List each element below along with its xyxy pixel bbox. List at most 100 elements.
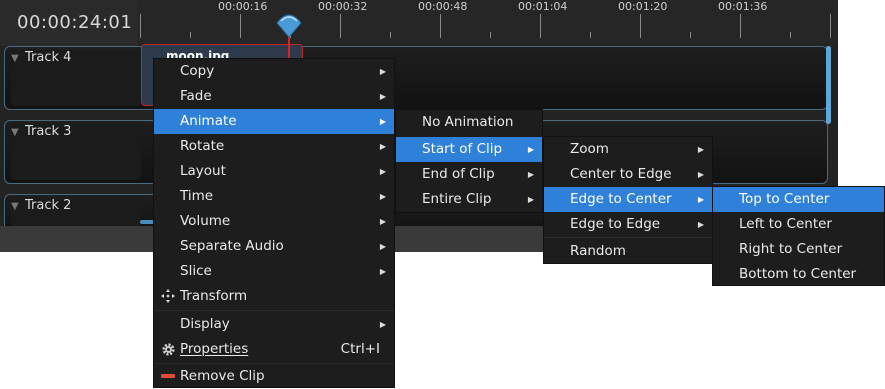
ruler-tick [830,14,831,38]
menu-label: Separate Audio [180,238,284,254]
menu-separator [544,237,712,238]
menu-label: Right to Center [739,241,843,257]
track-4[interactable]: ▼ Track 4 [4,46,828,110]
menu-item-fade[interactable]: Fade ▶ [154,84,394,109]
submenu-arrow-icon: ▶ [697,220,704,229]
ruler-tick [190,32,191,38]
menu-item-transform[interactable]: Transform [154,284,394,309]
track-name: Track 3 [25,124,72,139]
menu-item-zoom[interactable]: Zoom ▶ [544,137,712,162]
menu-item-properties[interactable]: Properties Ctrl+I [154,337,394,362]
submenu-arrow-icon: ▶ [527,195,534,204]
menu-label: Random [570,243,626,259]
menu-item-random[interactable]: Random [544,239,712,264]
menu-item-no-animation[interactable]: No Animation [396,110,542,135]
menu-item-copy[interactable]: Copy ▶ [154,59,394,84]
menu-label: Remove Clip [180,368,265,384]
menu-item-top-to-center[interactable]: Top to Center [713,187,884,212]
menu-label: Rotate [180,138,225,154]
menu-label: End of Clip [422,166,495,182]
menu-item-center-to-edge[interactable]: Center to Edge ▶ [544,162,712,187]
submenu-arrow-icon: ▶ [379,242,386,251]
menu-label: Top to Center [739,191,830,207]
ruler-tick [590,32,591,38]
track-header: ▼ Track 4 [11,50,141,106]
menu-label: Volume [180,213,231,229]
edge-to-center-submenu: Top to Center Left to Center Right to Ce… [712,186,885,286]
menu-label: No Animation [422,114,514,130]
ruler-tick [440,14,441,38]
menu-label: Zoom [570,141,609,157]
menu-label: Entire Clip [422,191,492,207]
menu-separator [154,310,394,311]
menu-item-display[interactable]: Display ▶ [154,312,394,337]
menu-label: Center to Edge [570,166,672,182]
menu-label: Time [180,188,214,204]
remove-icon [160,364,176,389]
menu-label: Fade [180,88,212,104]
menu-label: Copy [180,63,215,79]
submenu-arrow-icon: ▶ [379,192,386,201]
ruler-tick [390,32,391,38]
menu-label: Start of Clip [422,141,503,157]
start-of-clip-submenu: Zoom ▶ Center to Edge ▶ Edge to Center ▶ Ed… [543,136,713,264]
menu-item-start-of-clip[interactable]: Start of Clip ▶ [396,137,542,162]
animate-submenu: No Animation Start of Clip ▶ End of Clip ▶… [395,109,543,213]
track-name: Track 2 [25,198,72,213]
ruler-tick [340,14,341,38]
ruler-tick [240,14,241,38]
menu-label: Animate [180,113,237,129]
menu-item-edge-to-center[interactable]: Edge to Center ▶ [544,187,712,212]
submenu-arrow-icon: ▶ [379,117,386,126]
menu-item-time[interactable]: Time ▶ [154,184,394,209]
time-ruler[interactable]: 00:00:16 00:00:32 00:00:48 00:01:04 00:0… [138,0,838,44]
gear-icon [160,337,176,362]
menu-item-rotate[interactable]: Rotate ▶ [154,134,394,159]
submenu-arrow-icon: ▶ [379,320,386,329]
menu-item-right-to-center[interactable]: Right to Center [713,237,884,262]
ruler-label: 00:01:36 [718,0,768,13]
menu-label: Transform [180,288,248,304]
submenu-arrow-icon: ▶ [379,217,386,226]
shortcut-label: Ctrl+I [340,341,380,357]
ruler-tick [140,14,141,38]
menu-item-end-of-clip[interactable]: End of Clip ▶ [396,162,542,187]
ruler-tick [640,14,641,38]
menu-item-left-to-center[interactable]: Left to Center [713,212,884,237]
menu-label: Edge to Center [570,191,672,207]
horizontal-scroll-thumb[interactable] [140,220,154,224]
ruler-tick [740,14,741,38]
move-icon [160,284,176,309]
menu-item-animate[interactable]: Animate ▶ [154,109,394,134]
menu-item-volume[interactable]: Volume ▶ [154,209,394,234]
track-header: ▼ Track 3 [11,124,141,180]
submenu-arrow-icon: ▶ [379,67,386,76]
vertical-scrollbar[interactable] [826,46,831,124]
clip-context-menu: Copy ▶ Fade ▶ Animate ▶ Rotate ▶ Layout ▶ Tim… [153,58,395,388]
ruler-tick [540,14,541,38]
track-name: Track 4 [25,50,72,65]
submenu-arrow-icon: ▶ [697,170,704,179]
submenu-arrow-icon: ▶ [379,167,386,176]
menu-item-layout[interactable]: Layout ▶ [154,159,394,184]
menu-label: Layout [180,163,226,179]
submenu-arrow-icon: ▶ [697,145,704,154]
menu-item-entire-clip[interactable]: Entire Clip ▶ [396,187,542,212]
submenu-arrow-icon: ▶ [379,92,386,101]
menu-label: Edge to Edge [570,216,661,232]
ruler-tick [490,32,491,38]
submenu-arrow-icon: ▶ [527,145,534,154]
menu-item-separate-audio[interactable]: Separate Audio ▶ [154,234,394,259]
submenu-arrow-icon: ▶ [379,142,386,151]
menu-label: Left to Center [739,216,832,232]
submenu-arrow-icon: ▶ [697,195,704,204]
ruler-label: 00:00:48 [418,0,468,13]
menu-item-edge-to-edge[interactable]: Edge to Edge ▶ [544,212,712,237]
menu-item-slice[interactable]: Slice ▶ [154,259,394,284]
menu-label: Properties [180,341,249,357]
ruler-tick [790,32,791,38]
playhead-icon[interactable] [276,11,302,53]
menu-item-bottom-to-center[interactable]: Bottom to Center [713,262,884,287]
menu-item-remove-clip[interactable]: Remove Clip [154,364,394,389]
menu-label: Display [180,316,230,332]
